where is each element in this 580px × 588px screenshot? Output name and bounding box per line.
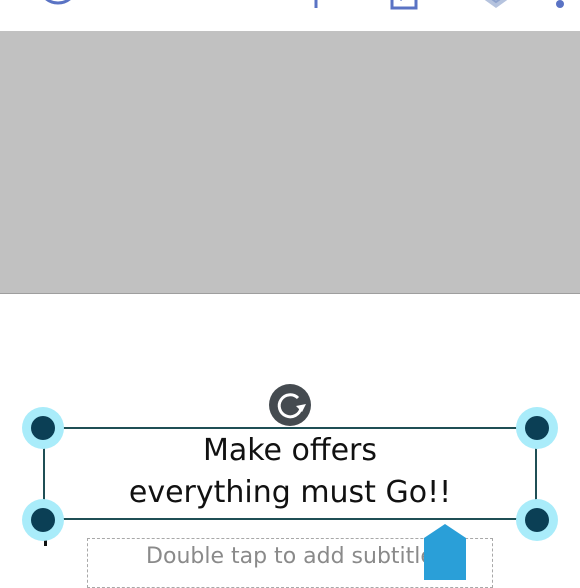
share-icon[interactable] xyxy=(382,0,426,16)
resize-handle-bottom-left[interactable] xyxy=(22,499,64,541)
undo-icon[interactable] xyxy=(126,0,170,16)
rotate-handle[interactable] xyxy=(269,384,311,426)
resize-handle-top-left[interactable] xyxy=(22,407,64,449)
add-icon[interactable] xyxy=(294,0,338,16)
resize-handle-top-right[interactable] xyxy=(516,407,558,449)
title-line-1: Make offers xyxy=(202,433,377,468)
back-icon[interactable] xyxy=(36,0,80,16)
top-toolbar xyxy=(0,0,580,31)
layers-icon[interactable] xyxy=(474,0,518,16)
canvas-background xyxy=(0,31,580,293)
text-selection-handle-icon[interactable] xyxy=(424,524,466,580)
more-options-icon[interactable] xyxy=(538,0,580,16)
resize-handle-bottom-right[interactable] xyxy=(516,499,558,541)
redo-icon[interactable] xyxy=(196,0,240,16)
rotate-icon xyxy=(277,393,306,419)
